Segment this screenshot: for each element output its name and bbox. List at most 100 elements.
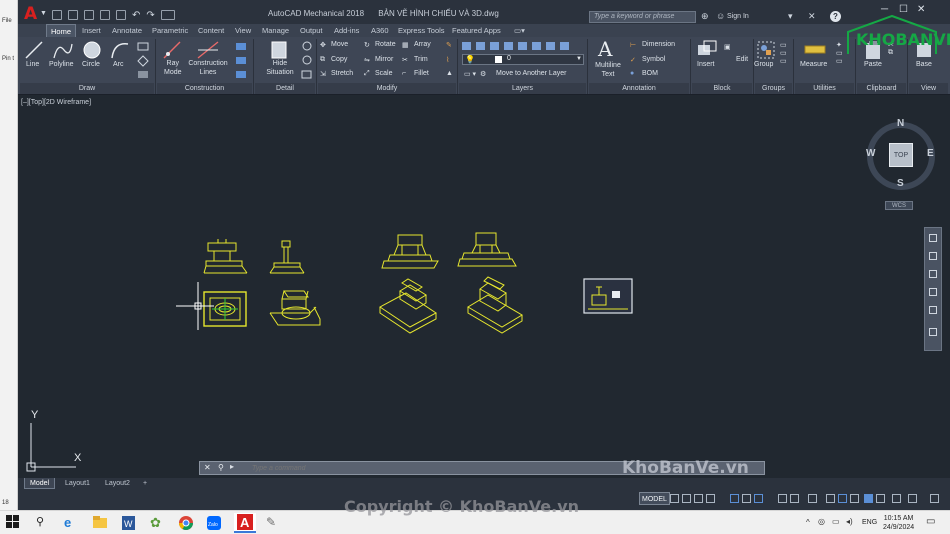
panel-title-construction[interactable]: Construction bbox=[157, 83, 252, 94]
help-icon[interactable]: ? bbox=[830, 11, 841, 22]
viewcube-west[interactable]: W bbox=[866, 148, 875, 159]
taskbar-clock[interactable]: 10:15 AM 24/9/2024 bbox=[883, 514, 914, 532]
language-indicator[interactable]: ENG bbox=[862, 519, 877, 526]
customize-command-line-icon[interactable]: ⚲ bbox=[218, 463, 224, 472]
mirror-button[interactable]: Mirror bbox=[375, 56, 393, 63]
grid-icon[interactable] bbox=[670, 494, 679, 503]
create-block-icon[interactable]: ▣ bbox=[724, 43, 731, 51]
tab-layout1[interactable]: Layout1 bbox=[60, 478, 95, 489]
draw-more-icons[interactable] bbox=[136, 41, 152, 81]
scale-button[interactable]: Scale bbox=[375, 70, 393, 77]
wcs-menu[interactable]: WCS bbox=[885, 201, 913, 210]
paste-button-label[interactable]: Paste bbox=[864, 61, 882, 68]
model-space-indicator[interactable]: MODEL bbox=[639, 492, 670, 505]
edit-block-button[interactable]: Edit bbox=[736, 56, 748, 63]
modify-extra-icon-3[interactable]: ▲ bbox=[446, 70, 453, 77]
panel-title-detail[interactable]: Detail bbox=[255, 83, 315, 94]
panel-title-modify[interactable]: Modify bbox=[318, 83, 456, 94]
pan-icon[interactable] bbox=[929, 252, 937, 260]
drawing-part-side-view-2[interactable] bbox=[269, 240, 305, 274]
network-icon[interactable]: ◎ bbox=[818, 517, 825, 526]
drawing-part-top-view-3[interactable] bbox=[203, 291, 247, 327]
tab-model[interactable]: Model bbox=[24, 478, 56, 489]
panel-title-view[interactable]: View bbox=[909, 83, 948, 94]
tab-featured-apps[interactable]: Featured Apps bbox=[448, 24, 505, 37]
save-icon[interactable] bbox=[84, 10, 94, 20]
base-view-label[interactable]: Base bbox=[916, 61, 932, 68]
construction-lines-label[interactable]: Construction Lines bbox=[186, 59, 230, 77]
ray-icon[interactable] bbox=[162, 40, 182, 60]
drawing-viewport[interactable]: [–][Top][2D Wireframe] Y X TOP N S E W W… bbox=[18, 95, 950, 478]
workspace-icon[interactable] bbox=[160, 10, 175, 20]
save-as-icon[interactable] bbox=[100, 10, 110, 20]
search-input[interactable]: Type a keyword or phrase bbox=[589, 11, 696, 23]
modify-extra-icon-2[interactable]: ⌇ bbox=[446, 56, 449, 64]
drawing-part-isometric-4[interactable] bbox=[269, 290, 321, 326]
copy-button[interactable]: Copy bbox=[331, 56, 347, 63]
tab-manage[interactable]: Manage bbox=[258, 24, 293, 37]
construction-more-icons[interactable] bbox=[234, 41, 250, 81]
transparency-icon[interactable] bbox=[778, 494, 787, 503]
hide-situation-label[interactable]: Hide Situation bbox=[262, 59, 298, 77]
copy-icon[interactable]: ⧉ bbox=[320, 56, 325, 64]
measure-icon[interactable] bbox=[804, 43, 826, 57]
viewcube-south[interactable]: S bbox=[897, 178, 904, 189]
ribbon-options-icon[interactable]: ▭▾ bbox=[510, 24, 529, 37]
notifications-icon[interactable]: ▭ bbox=[926, 516, 935, 527]
array-button[interactable]: Array bbox=[414, 41, 431, 48]
open-file-icon[interactable] bbox=[68, 10, 78, 20]
tab-output[interactable]: Output bbox=[296, 24, 327, 37]
viewcube-east[interactable]: E bbox=[927, 148, 934, 159]
panel-title-groups[interactable]: Groups bbox=[755, 83, 792, 94]
array-icon[interactable]: ▦ bbox=[402, 41, 409, 49]
showmotion-icon[interactable] bbox=[929, 306, 937, 314]
greenshot-icon[interactable]: ✿ bbox=[150, 515, 166, 531]
detail-more-icons[interactable] bbox=[300, 41, 314, 81]
multiline-text-icon[interactable]: A bbox=[598, 37, 612, 61]
close-command-line-icon[interactable]: ✕ bbox=[204, 463, 211, 472]
clean-screen-icon[interactable] bbox=[864, 494, 873, 503]
tab-content[interactable]: Content bbox=[194, 24, 228, 37]
selection-cycling-icon[interactable] bbox=[826, 494, 835, 503]
bom-icon[interactable]: ● bbox=[630, 70, 634, 77]
polar-icon[interactable] bbox=[706, 494, 715, 503]
drawing-part-front-view-1[interactable] bbox=[203, 239, 248, 274]
rotate-button[interactable]: Rotate bbox=[375, 41, 396, 48]
customize-statusbar-icon[interactable] bbox=[930, 494, 939, 503]
drawing-part-front-view-5[interactable] bbox=[381, 234, 439, 269]
search-icon[interactable]: ⚲ bbox=[36, 515, 52, 531]
dimension-button[interactable]: Dimension bbox=[642, 41, 675, 48]
drawing-part-isometric-7[interactable] bbox=[379, 278, 437, 334]
tab-insert[interactable]: Insert bbox=[78, 24, 105, 37]
zoom-extents-icon[interactable] bbox=[929, 270, 937, 278]
redo-icon[interactable]: ↷ bbox=[146, 10, 154, 21]
exchange-icon[interactable]: ✕ bbox=[808, 11, 816, 22]
layer-dropdown[interactable]: 💡 0 ▼ bbox=[462, 54, 584, 65]
stretch-button[interactable]: Stretch bbox=[331, 70, 353, 77]
lineweight-icon[interactable] bbox=[754, 494, 763, 503]
word-icon[interactable]: W bbox=[120, 515, 136, 531]
volume-icon[interactable]: ◂) bbox=[846, 517, 853, 526]
tab-express-tools[interactable]: Express Tools bbox=[394, 24, 449, 37]
panel-title-utilities[interactable]: Utilities bbox=[795, 83, 854, 94]
annotation-scale-icon[interactable] bbox=[808, 494, 817, 503]
arc-icon[interactable] bbox=[110, 40, 130, 60]
viewcube-top-face[interactable]: TOP bbox=[889, 143, 913, 167]
insert-block-icon[interactable] bbox=[696, 40, 718, 58]
multiline-text-label[interactable]: Multiline Text bbox=[590, 61, 626, 79]
tab-home[interactable]: Home bbox=[46, 24, 77, 37]
stretch-icon[interactable]: ⇲ bbox=[320, 70, 326, 78]
tab-view[interactable]: View bbox=[231, 24, 255, 37]
chrome-icon[interactable] bbox=[178, 515, 194, 531]
autocad-taskbar-icon[interactable]: A bbox=[234, 513, 256, 533]
group-icon[interactable] bbox=[756, 40, 776, 60]
edge-browser-icon[interactable]: e bbox=[64, 515, 80, 531]
ortho-icon[interactable] bbox=[694, 494, 703, 503]
application-menu-button[interactable]: A ▼ bbox=[21, 4, 47, 24]
viewcube-north[interactable]: N bbox=[897, 118, 904, 129]
panel-title-clipboard[interactable]: Clipboard bbox=[857, 83, 906, 94]
move-icon[interactable]: ✥ bbox=[320, 41, 326, 49]
new-file-icon[interactable] bbox=[52, 10, 62, 20]
move-button[interactable]: Move bbox=[331, 41, 348, 48]
drawing-canvas[interactable] bbox=[18, 95, 950, 478]
